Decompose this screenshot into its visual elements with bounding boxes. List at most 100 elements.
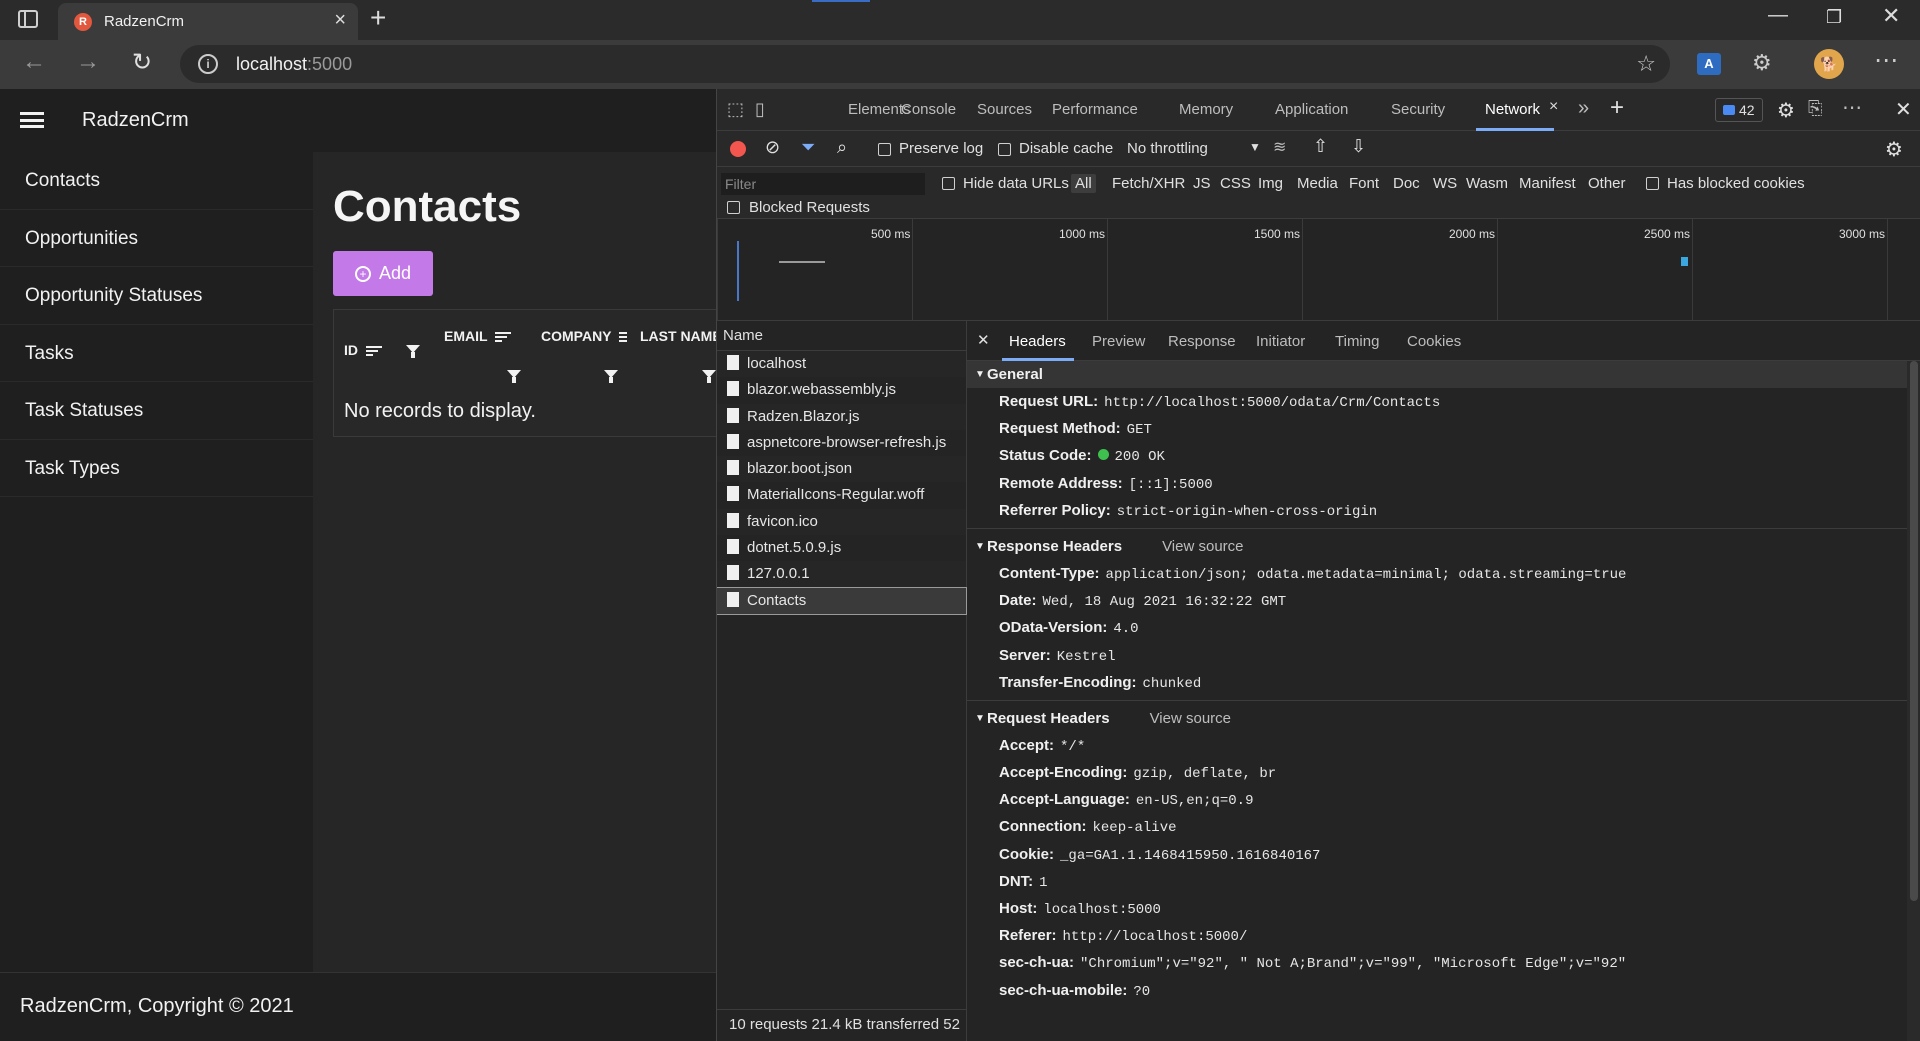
browser-tab[interactable]: R RadzenCrm × [58, 3, 358, 40]
inspect-element-icon[interactable]: ⬚ [727, 99, 744, 120]
more-menu-icon[interactable]: ⋯ [1874, 46, 1898, 75]
sidebar-item-task-types[interactable]: Task Types [0, 440, 313, 497]
type-filter-doc[interactable]: Doc [1393, 175, 1420, 192]
type-filter-media[interactable]: Media [1297, 175, 1338, 192]
filter-icon[interactable] [406, 345, 420, 358]
request-row[interactable]: blazor.webassembly.js [717, 377, 966, 403]
sidebar-item-task-statuses[interactable]: Task Statuses [0, 382, 313, 440]
tab-headers[interactable]: Headers [1009, 333, 1066, 350]
sidebar-item-opportunities[interactable]: Opportunities [0, 210, 313, 267]
import-har-icon[interactable]: ⇧ [1313, 136, 1328, 157]
tab-network[interactable]: Network [1485, 101, 1540, 118]
request-row[interactable]: blazor.boot.json [717, 456, 966, 483]
hamburger-menu-icon[interactable] [20, 112, 44, 128]
tab-memory[interactable]: Memory [1179, 101, 1233, 118]
forward-icon[interactable]: → [76, 48, 100, 76]
column-header-company[interactable]: COMPANY [541, 328, 628, 344]
tab-security[interactable]: Security [1391, 101, 1445, 118]
response-headers-header[interactable]: ▼ Response Headers View source [967, 533, 1907, 560]
sort-icon[interactable] [619, 330, 628, 344]
hide-data-urls-checkbox[interactable] [942, 177, 955, 190]
request-row[interactable]: Radzen.Blazor.js [717, 403, 966, 430]
column-header-last-name[interactable]: LAST NAME [640, 328, 716, 344]
tab-performance[interactable]: Performance [1052, 101, 1138, 118]
tab-console[interactable]: Console [901, 101, 956, 118]
request-row[interactable]: localhost [717, 351, 966, 378]
filter-icon[interactable] [604, 370, 618, 383]
tab-timing[interactable]: Timing [1335, 333, 1379, 350]
throttling-select[interactable]: No throttling [1127, 140, 1208, 157]
sidebar-item-tasks[interactable]: Tasks [0, 325, 313, 382]
favorite-star-icon[interactable]: ☆ [1636, 51, 1656, 77]
request-row-selected[interactable]: Contacts [717, 586, 967, 615]
chevron-down-icon[interactable]: ▼ [1249, 140, 1261, 154]
name-column-header[interactable]: Name [717, 321, 966, 351]
column-header-email[interactable]: EMAIL [444, 328, 512, 344]
type-filter-ws[interactable]: WS [1433, 175, 1457, 192]
connected-devices-icon[interactable]: ⎘ [1808, 98, 1822, 119]
record-icon[interactable] [730, 141, 746, 157]
close-window-icon[interactable]: ✕ [1882, 3, 1900, 29]
tab-sources[interactable]: Sources [977, 101, 1032, 118]
customize-menu-icon[interactable]: ⋯ [1842, 95, 1862, 120]
details-scrollbar[interactable] [1907, 361, 1920, 1041]
sidebar-item-contacts[interactable]: Contacts [0, 152, 313, 210]
column-header-id[interactable]: ID [344, 342, 382, 358]
tab-initiator[interactable]: Initiator [1256, 333, 1305, 350]
has-blocked-cookies-checkbox[interactable] [1646, 177, 1659, 190]
type-filter-other[interactable]: Other [1588, 175, 1626, 192]
preserve-log-checkbox[interactable] [878, 143, 891, 156]
type-filter-fetch-xhr[interactable]: Fetch/XHR [1112, 175, 1185, 192]
issues-badge[interactable]: 42 [1715, 98, 1763, 122]
url-field[interactable]: i localhost:5000 ☆ [180, 45, 1670, 83]
add-button[interactable]: + Add [333, 251, 433, 296]
tab-application[interactable]: Application [1275, 101, 1348, 118]
type-filter-js[interactable]: JS [1193, 175, 1211, 192]
site-info-icon[interactable]: i [198, 54, 218, 74]
settings-gear-icon[interactable]: ⚙ [1777, 98, 1795, 123]
new-tab-icon[interactable]: + [370, 2, 386, 34]
close-tab-icon[interactable]: × [334, 9, 346, 32]
minimize-icon[interactable]: — [1768, 4, 1788, 27]
network-conditions-icon[interactable]: ≋ [1273, 137, 1286, 157]
sort-icon[interactable] [495, 330, 512, 344]
blocked-requests-checkbox[interactable] [727, 201, 740, 214]
more-tabs-icon[interactable]: » [1578, 97, 1589, 120]
network-settings-icon[interactable]: ⚙ [1885, 137, 1903, 162]
close-network-tab-icon[interactable]: × [1549, 98, 1558, 116]
search-icon[interactable]: ⌕ [837, 137, 847, 158]
filter-input[interactable]: Filter [721, 173, 925, 195]
filter-icon[interactable] [702, 370, 716, 383]
request-row[interactable]: 127.0.0.1 [717, 561, 966, 588]
disable-cache-checkbox[interactable] [998, 143, 1011, 156]
filter-funnel-icon[interactable]: ⏷ [801, 137, 815, 158]
request-row[interactable]: favicon.ico [717, 508, 966, 536]
type-filter-all[interactable]: All [1071, 174, 1096, 193]
tab-actions-icon[interactable] [18, 10, 38, 28]
add-panel-icon[interactable]: + [1610, 94, 1624, 122]
type-filter-css[interactable]: CSS [1220, 175, 1251, 192]
translate-icon[interactable]: A [1697, 53, 1721, 75]
view-source-link[interactable]: View source [1150, 710, 1231, 727]
request-row[interactable]: aspnetcore-browser-refresh.js [717, 430, 966, 456]
close-devtools-icon[interactable]: ✕ [1895, 97, 1912, 122]
type-filter-manifest[interactable]: Manifest [1519, 175, 1576, 192]
type-filter-wasm[interactable]: Wasm [1466, 175, 1508, 192]
refresh-icon[interactable]: ↻ [132, 48, 152, 77]
tab-preview[interactable]: Preview [1092, 333, 1145, 350]
general-section-header[interactable]: ▼ General [967, 361, 1907, 388]
restore-icon[interactable]: ❐ [1826, 7, 1842, 28]
request-row[interactable]: MaterialIcons-Regular.woff [717, 482, 966, 508]
device-toolbar-icon[interactable]: ▯ [755, 99, 765, 120]
profile-avatar[interactable]: 🐕 [1814, 49, 1844, 79]
type-filter-font[interactable]: Font [1349, 175, 1379, 192]
view-source-link[interactable]: View source [1162, 538, 1243, 555]
network-overview-timeline[interactable]: 500 ms 1000 ms 1500 ms 2000 ms 2500 ms 3… [717, 219, 1920, 321]
tab-response[interactable]: Response [1168, 333, 1236, 350]
back-icon[interactable]: ← [22, 48, 46, 76]
type-filter-img[interactable]: Img [1258, 175, 1283, 192]
close-details-icon[interactable]: ✕ [977, 331, 990, 349]
request-row[interactable]: dotnet.5.0.9.js [717, 535, 966, 561]
tab-cookies[interactable]: Cookies [1407, 333, 1461, 350]
clear-icon[interactable]: ⊘ [765, 137, 780, 158]
